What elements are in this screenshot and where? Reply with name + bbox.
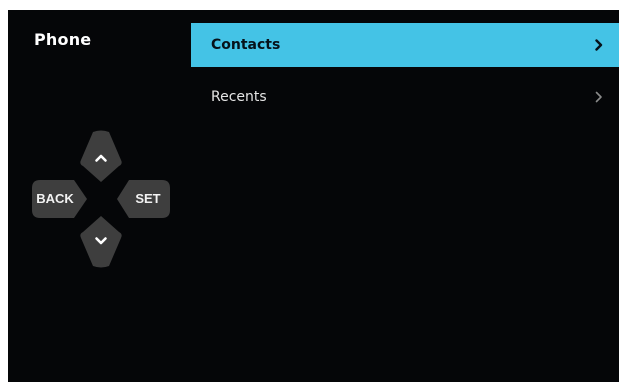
chevron-down-icon <box>94 236 108 246</box>
chevron-right-icon <box>591 75 607 119</box>
menu-item-label: Recents <box>211 89 267 105</box>
menu-item-contacts[interactable]: Contacts <box>191 23 619 67</box>
menu-list: Contacts Recents <box>191 23 619 127</box>
dpad-control: BACK SET <box>30 130 172 270</box>
set-label: SET <box>135 191 161 206</box>
menu-item-recents[interactable]: Recents <box>191 75 619 119</box>
dpad-down-button[interactable] <box>79 214 123 268</box>
page-title: Phone <box>34 30 92 49</box>
chevron-up-icon <box>94 153 108 163</box>
menu-item-label: Contacts <box>211 37 281 53</box>
dpad-up-button[interactable] <box>79 130 123 184</box>
set-button[interactable]: SET <box>116 178 172 220</box>
phone-screen: Phone Contacts Recents BACK SET <box>8 10 619 382</box>
chevron-right-icon <box>591 23 607 67</box>
back-label: BACK <box>36 191 74 206</box>
